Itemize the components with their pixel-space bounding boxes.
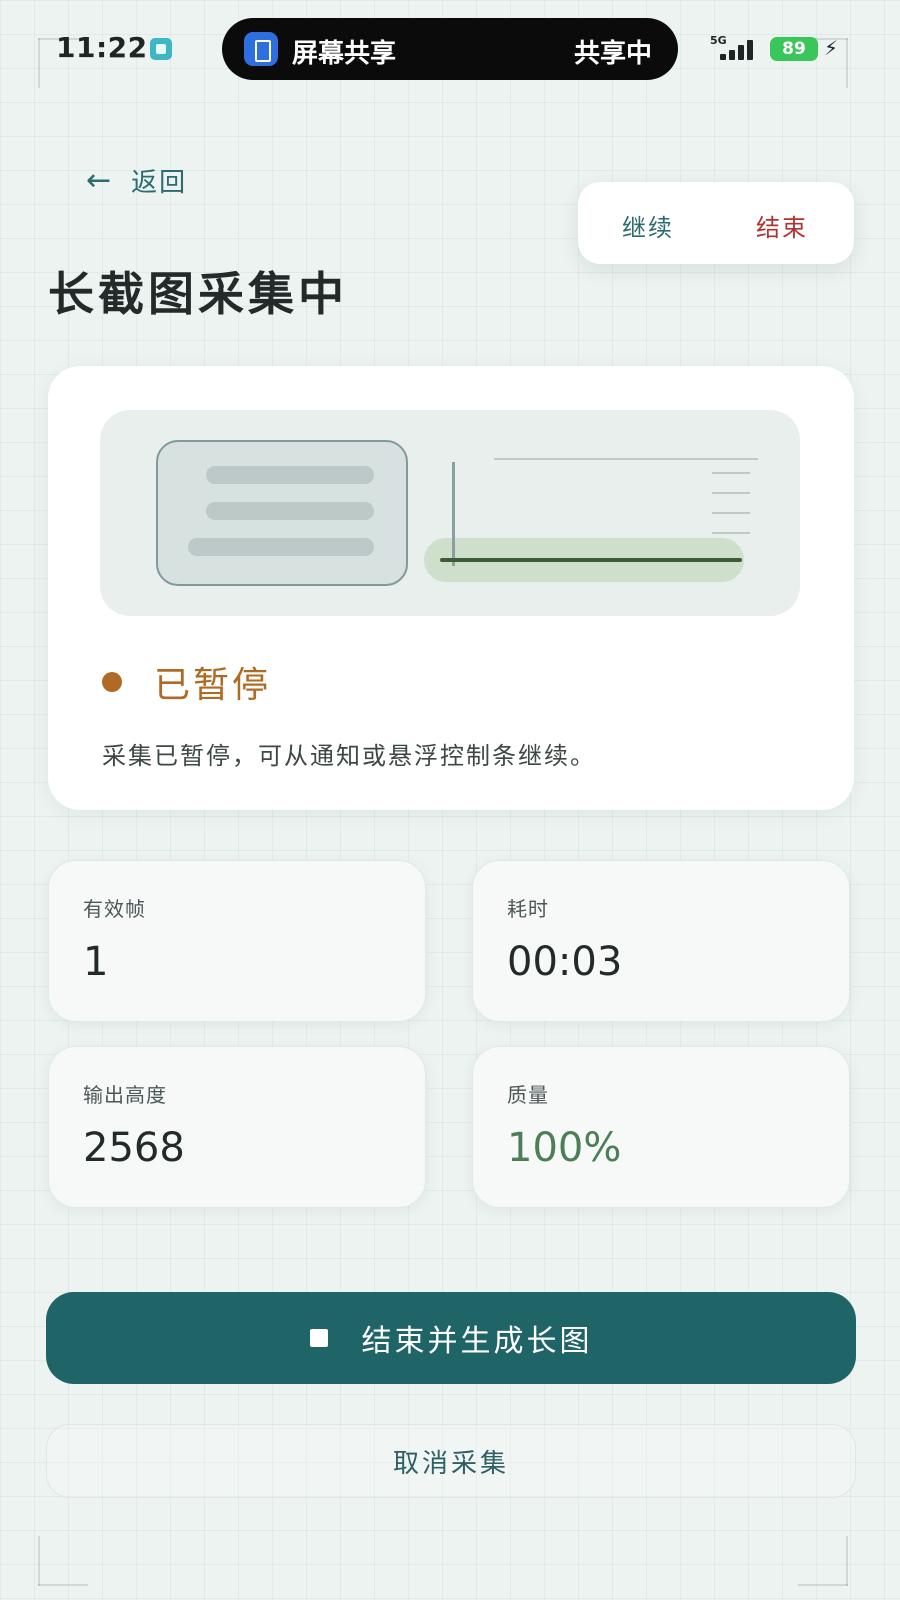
finish-and-generate-label: 结束并生成长图 (361, 1324, 593, 1359)
guide-line (846, 1536, 848, 1586)
illustration-bar (206, 466, 374, 484)
screen-share-indicator[interactable]: 屏幕共享 共享中 (222, 18, 678, 80)
signal-icon (718, 38, 760, 60)
illustration-tick (712, 492, 750, 494)
guide-line (798, 1584, 848, 1586)
capture-status-card: 已暂停 采集已暂停，可从通知或悬浮控制条继续。 (48, 366, 854, 810)
illustration-bar (206, 502, 374, 520)
illustration-tick (712, 532, 750, 534)
capture-illustration (100, 410, 800, 616)
stat-label: 输出高度 (83, 1083, 167, 1107)
cancel-capture-label: 取消采集 (392, 1448, 509, 1479)
illustration-axis (452, 462, 455, 566)
screen-share-icon (244, 32, 278, 66)
stat-label: 质量 (507, 1083, 549, 1107)
guide-line (38, 1584, 88, 1586)
paused-status-dot (102, 672, 122, 692)
illustration-panel (156, 440, 408, 586)
end-button[interactable]: 结束 (756, 208, 808, 243)
screen-share-state: 共享中 (573, 39, 652, 69)
floating-control-bar: 继续 结束 (578, 182, 854, 264)
illustration-tick (712, 512, 750, 514)
illustration-progress-line (440, 558, 742, 562)
finish-and-generate-button[interactable]: 结束并生成长图 (46, 1292, 856, 1384)
stat-card-elapsed: 耗时 00:03 (472, 860, 850, 1022)
back-label: 返回 (131, 167, 188, 198)
status-bar: 11:22 屏幕共享 共享中 5G 89 ⚡ (0, 0, 900, 100)
status-time: 11:22 (56, 31, 148, 64)
continue-button[interactable]: 继续 (622, 208, 674, 243)
illustration-bar (188, 538, 374, 556)
charging-icon: ⚡ (824, 36, 839, 60)
guide-line (38, 1536, 40, 1586)
back-button[interactable]: ← 返回 (86, 158, 187, 202)
status-label: 已暂停 (154, 665, 272, 706)
screen-share-title: 屏幕共享 (292, 39, 397, 69)
stat-value: 100% (507, 1125, 622, 1171)
stat-value: 00:03 (507, 939, 623, 985)
stat-value: 2568 (83, 1125, 185, 1171)
status-description: 采集已暂停，可从通知或悬浮控制条继续。 (102, 742, 596, 770)
stat-card-quality: 质量 100% (472, 1046, 850, 1208)
illustration-tick (712, 472, 750, 474)
stat-label: 有效帧 (83, 897, 146, 921)
notification-icon (150, 38, 172, 60)
stat-label: 耗时 (507, 897, 549, 921)
battery-level: 89 (770, 37, 818, 61)
cancel-capture-button[interactable]: 取消采集 (46, 1424, 856, 1498)
stat-value: 1 (83, 939, 109, 985)
illustration-line (494, 458, 758, 460)
stop-icon (309, 1329, 328, 1347)
arrow-left-icon: ← (86, 162, 112, 198)
stat-card-valid-frames: 有效帧 1 (48, 860, 426, 1022)
page-title: 长截图采集中 (48, 267, 348, 321)
stat-card-output-height: 输出高度 2568 (48, 1046, 426, 1208)
